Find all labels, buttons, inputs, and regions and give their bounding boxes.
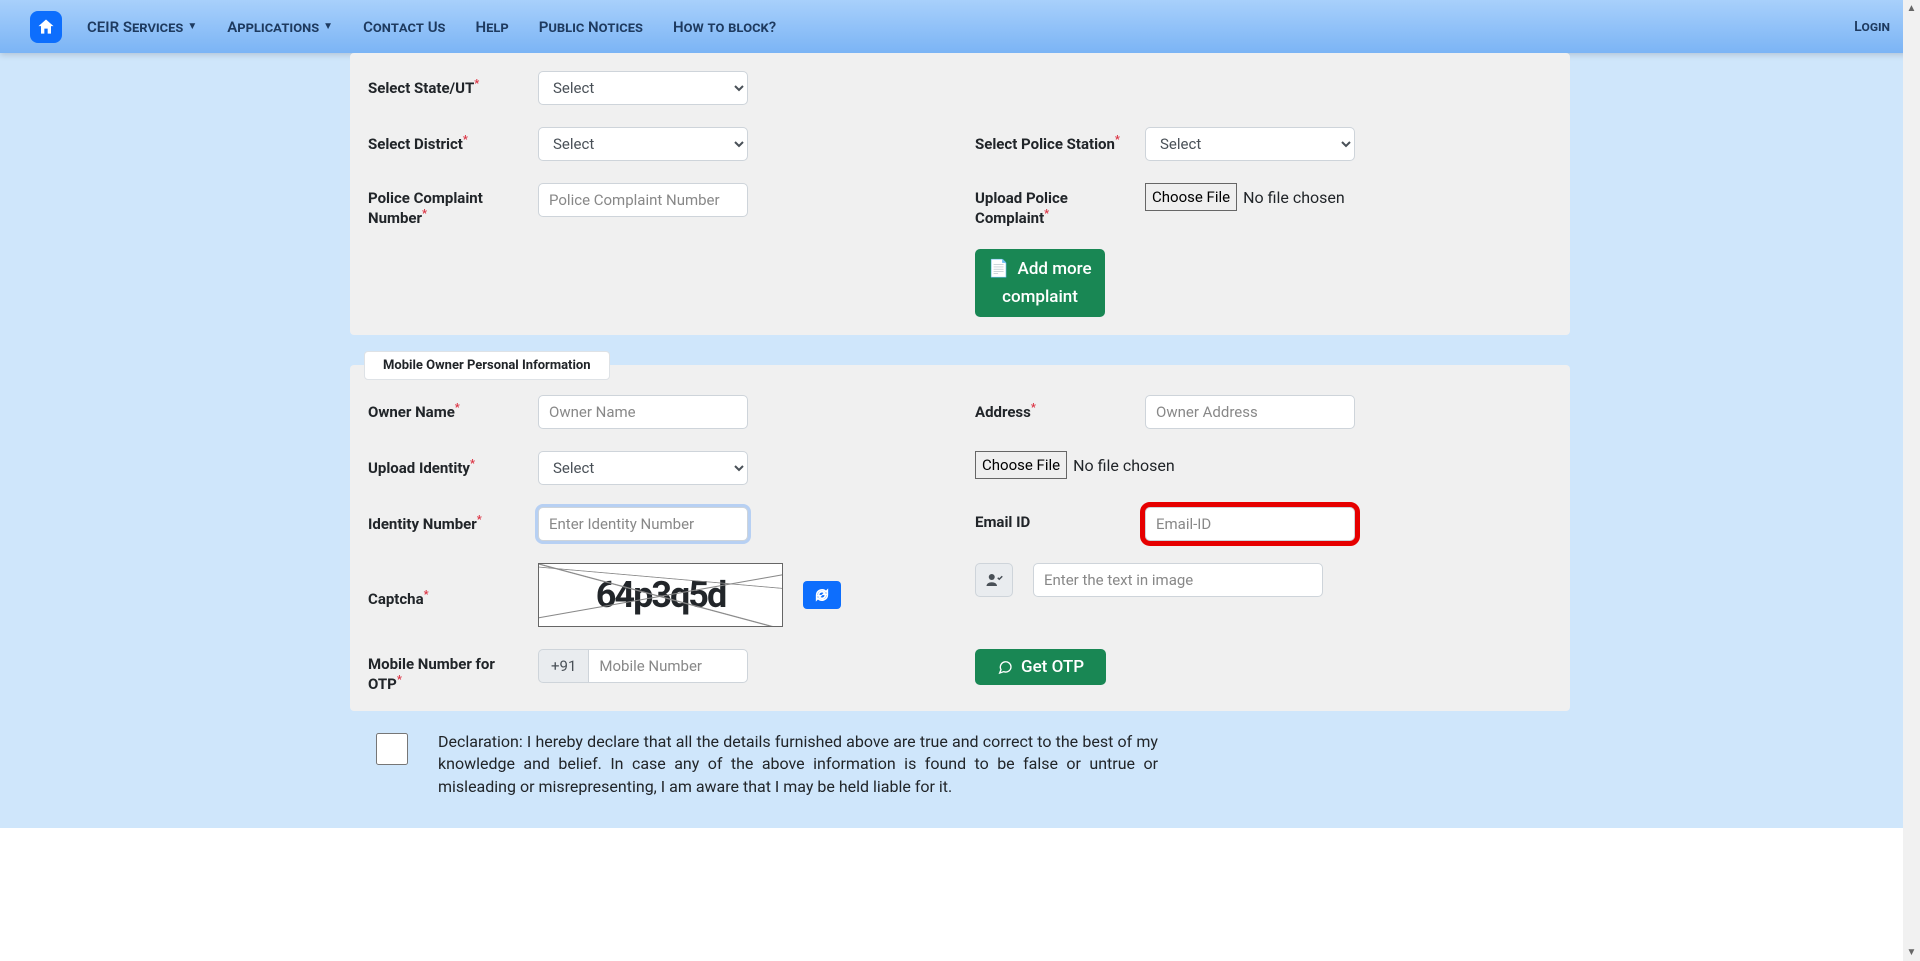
owner-legend: Mobile Owner Personal Information: [364, 351, 610, 380]
identity-file[interactable]: Choose File No file chosen: [975, 451, 1175, 479]
nav-ceir-services[interactable]: CEIR Services ▼: [87, 18, 197, 36]
captcha-input[interactable]: [1033, 563, 1323, 597]
captcha-text: 64p3q5d: [596, 574, 725, 616]
chat-icon: [997, 659, 1013, 675]
add-more-text-1: Add more: [1018, 259, 1092, 279]
identity-number-input[interactable]: [538, 507, 748, 541]
login-link[interactable]: Login: [1854, 19, 1890, 35]
owner-name-input[interactable]: [538, 395, 748, 429]
nav-help[interactable]: Help: [476, 18, 509, 36]
address-label: Address: [975, 395, 1125, 421]
district-label: Select District: [368, 127, 518, 153]
upload-complaint-label: Upload Police Complaint: [975, 183, 1125, 227]
nav-label: CEIR Services: [87, 18, 183, 36]
home-icon[interactable]: [30, 11, 62, 43]
owner-info-fieldset: Mobile Owner Personal Information Owner …: [350, 365, 1570, 711]
police-station-select[interactable]: Select: [1145, 127, 1355, 161]
scroll-up-icon[interactable]: ▲: [1903, 0, 1920, 17]
declaration-block: Declaration: I hereby declare that all t…: [350, 711, 1570, 798]
complaint-number-label: Police Complaint Number: [368, 183, 518, 227]
email-label: Email ID: [975, 507, 1125, 531]
add-more-complaint-button[interactable]: 📄 Add more complaint: [975, 249, 1105, 317]
no-file-text: No file chosen: [1073, 456, 1175, 475]
declaration-text: Declaration: I hereby declare that all t…: [438, 731, 1158, 798]
declaration-checkbox[interactable]: [376, 733, 408, 765]
lost-info-fieldset: Select State/UT Select Select District S…: [350, 53, 1570, 335]
file-icon: 📄: [988, 259, 1009, 279]
owner-name-label: Owner Name: [368, 395, 518, 421]
address-input[interactable]: [1145, 395, 1355, 429]
refresh-icon: [814, 587, 830, 603]
get-otp-button[interactable]: Get OTP: [975, 649, 1106, 685]
state-label: Select State/UT: [368, 71, 518, 97]
identity-number-label: Identity Number: [368, 507, 518, 533]
choose-file-button[interactable]: Choose File: [975, 451, 1067, 479]
choose-file-button[interactable]: Choose File: [1145, 183, 1237, 211]
mobile-prefix: +91: [538, 649, 588, 683]
scrollbar[interactable]: ▲ ▼: [1903, 0, 1920, 961]
user-check-icon: [975, 563, 1013, 597]
add-more-text-2: complaint: [1002, 287, 1078, 307]
nav-label: Applications: [227, 18, 319, 36]
otp-mobile-group: +91: [538, 649, 748, 683]
captcha-label: Captcha: [368, 582, 518, 608]
nav-applications[interactable]: Applications ▼: [227, 18, 333, 36]
district-select[interactable]: Select: [538, 127, 748, 161]
state-select[interactable]: Select: [538, 71, 748, 105]
complaint-number-input[interactable]: [538, 183, 748, 217]
upload-complaint-file[interactable]: Choose File No file chosen: [1145, 183, 1345, 211]
top-navbar: CEIR Services ▼ Applications ▼ Contact U…: [0, 0, 1920, 53]
captcha-image: 64p3q5d: [538, 563, 783, 627]
upload-identity-label: Upload Identity: [368, 451, 518, 477]
police-station-label: Select Police Station: [975, 127, 1125, 153]
nav-contact-us[interactable]: Contact Us: [363, 18, 445, 36]
no-file-text: No file chosen: [1243, 188, 1345, 207]
nav-how-to-block[interactable]: How to block?: [673, 18, 776, 36]
otp-mobile-input[interactable]: [588, 649, 748, 683]
refresh-captcha-button[interactable]: [803, 581, 841, 609]
get-otp-label: Get OTP: [1021, 657, 1084, 677]
otp-mobile-label: Mobile Number for OTP: [368, 649, 518, 693]
scroll-down-icon[interactable]: ▼: [1903, 944, 1920, 961]
nav-links: CEIR Services ▼ Applications ▼ Contact U…: [87, 18, 776, 36]
chevron-down-icon: ▼: [323, 21, 333, 32]
upload-identity-select[interactable]: Select: [538, 451, 748, 485]
email-input[interactable]: [1145, 507, 1355, 541]
chevron-down-icon: ▼: [187, 21, 197, 32]
nav-public-notices[interactable]: Public Notices: [539, 18, 643, 36]
